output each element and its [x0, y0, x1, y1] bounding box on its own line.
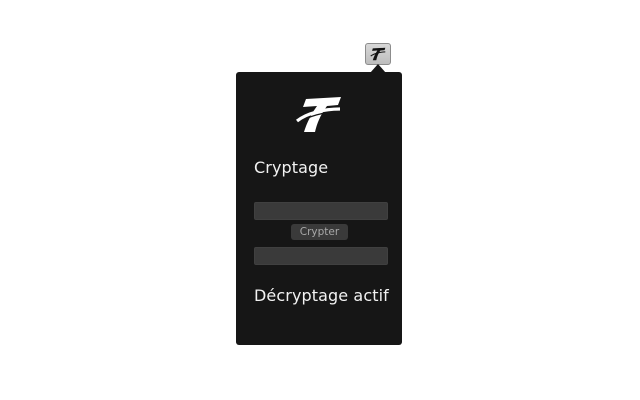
- extension-popup: Cryptage Crypter Décryptage actif: [236, 72, 402, 345]
- ciphertext-output[interactable]: [254, 247, 388, 265]
- encrypt-button[interactable]: Crypter: [291, 224, 348, 240]
- screen: Cryptage Crypter Décryptage actif: [0, 0, 640, 400]
- extension-toolbar-button[interactable]: [365, 43, 391, 65]
- encrypt-heading: Cryptage: [254, 158, 329, 177]
- stylized-t-logo-icon: [296, 97, 341, 132]
- decrypt-heading: Décryptage actif: [254, 286, 389, 305]
- plaintext-input[interactable]: [254, 202, 388, 220]
- stylized-t-logo-icon: [370, 47, 386, 61]
